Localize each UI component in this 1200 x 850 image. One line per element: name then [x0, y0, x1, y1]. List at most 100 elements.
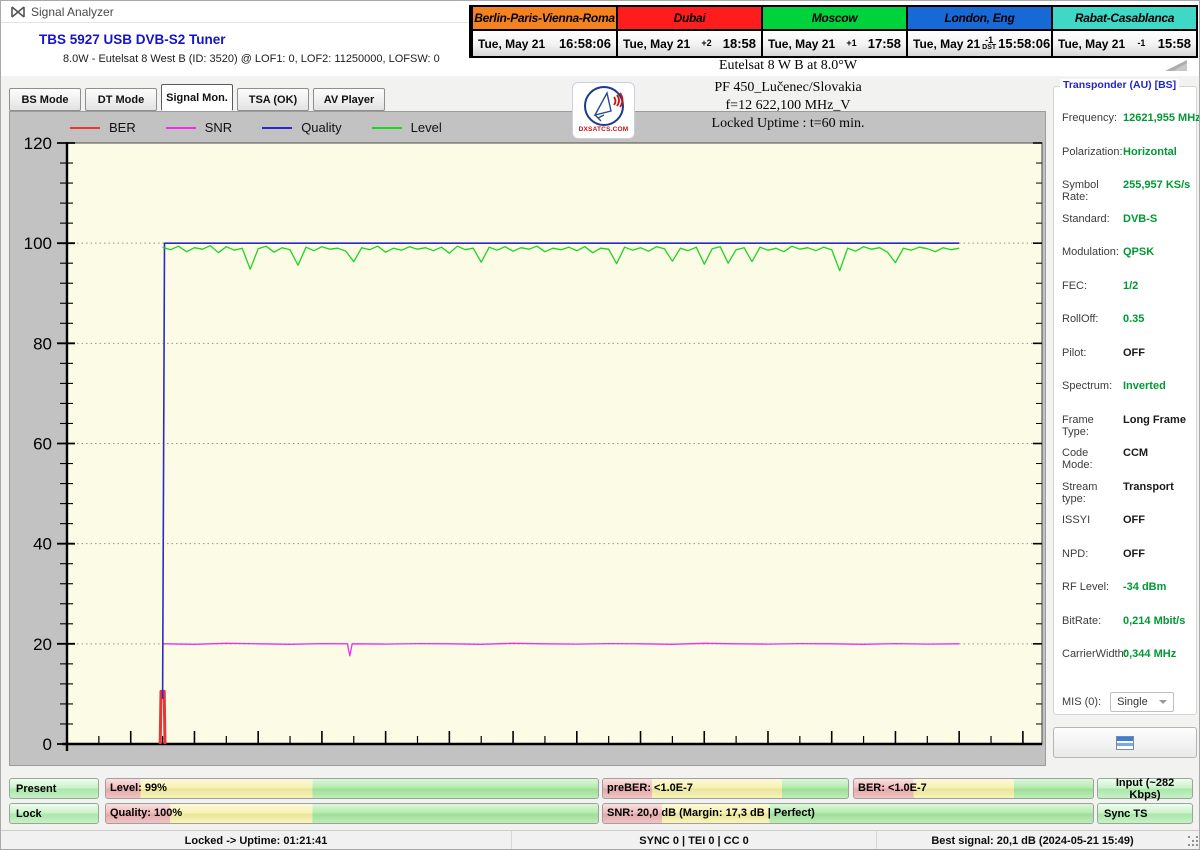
frequency-annotation: f=12 622,100 MHz_V	[725, 98, 851, 113]
legend-label: Quality	[301, 120, 342, 135]
uptime-annotation: Locked Uptime : t=60 min.	[711, 116, 865, 131]
svg-text:60: 60	[33, 435, 52, 454]
transponder-field-label: Frame Type:	[1062, 413, 1094, 438]
ber-meter: BER: <1.0E-7	[853, 778, 1094, 799]
present-button[interactable]: Present	[9, 778, 99, 799]
svg-text:0: 0	[43, 735, 52, 754]
legend-item: Level	[371, 120, 442, 135]
transponder-row: CarrierWidth: 0,344 MHz	[1062, 648, 1194, 682]
clock-time: 15:58	[1157, 36, 1191, 51]
status-bar: Locked -> Uptime: 01:21:41 SYNC 0 | TEI …	[1, 830, 1199, 849]
transponder-field-value: OFF	[1123, 547, 1145, 560]
world-clock-table: Berlin-Paris-Vienna-Roma Tue, May 21 16:…	[469, 5, 1198, 58]
clock-time-cell: Tue, May 21 16:58:06	[473, 31, 616, 56]
transponder-field-label: Frequency:	[1062, 112, 1118, 124]
clock-time: 16:58:06	[558, 36, 611, 51]
signal-chart-panel: 0 20 40 60 80 100 120 BER SNR Quality Level	[9, 111, 1046, 766]
transponder-field-label: Polarization:	[1062, 145, 1123, 158]
legend-color-dash	[70, 126, 100, 129]
legend-item: SNR	[165, 120, 232, 135]
clock-date: Tue, May 21	[913, 36, 981, 51]
clock-time-cell: Tue, May 21 +1 17:58	[763, 31, 906, 56]
clock-date: Tue, May 21	[478, 36, 546, 51]
preber-meter: preBER: <1.0E-7	[602, 778, 849, 799]
transponder-field-value: Horizontal	[1123, 145, 1177, 158]
transponder-field-label: Symbol Rate:	[1062, 179, 1099, 203]
transponder-field-label: ISSYI	[1062, 514, 1091, 526]
transponder-row: Frequency: 12621,955 MHz	[1062, 112, 1199, 146]
tab-button[interactable]: BS Mode	[9, 88, 81, 111]
satellite-dish-drawing	[583, 86, 624, 126]
clock-city-label: Dubai	[618, 7, 761, 31]
clock-date: Tue, May 21	[768, 36, 836, 51]
transponder-field-label: NPD:	[1062, 547, 1089, 560]
clock-city-label: London, Eng	[908, 7, 1051, 31]
legend-label: BER	[109, 120, 136, 135]
transponder-field-label: BitRate:	[1062, 614, 1102, 627]
transponder-field-value: OFF	[1123, 514, 1145, 526]
clock-date: Tue, May 21	[623, 36, 691, 51]
resize-grip[interactable]	[1188, 836, 1190, 838]
transponder-rows: Frequency: 12621,955 MHz Polarization: H…	[1062, 112, 1199, 682]
clock-time: 18:58	[722, 36, 756, 51]
transponder-field-label: CarrierWidth:	[1062, 648, 1127, 660]
transponder-field-label: Standard:	[1062, 212, 1110, 225]
legend-color-dash	[165, 126, 196, 129]
clock-time: 15:58:06	[998, 36, 1051, 51]
signal-chart: 0 20 40 60 80 100 120	[24, 134, 1043, 754]
status-best-signal: Best signal: 20,1 dB (2024-05-21 15:49)	[876, 831, 1188, 849]
snr-meter: SNR: 20,0 dB (Margin: 17,3 dB | Perfect)	[602, 803, 1094, 824]
transponder-field-value: 255,957 KS/s	[1123, 179, 1191, 191]
clock-time-cell: Tue, May 21 -1 15:58	[1053, 31, 1196, 56]
clock-city-label: Moscow	[763, 7, 906, 31]
transponder-field-label: FEC:	[1062, 279, 1088, 292]
transponder-field-label: RF Level:	[1062, 581, 1110, 593]
transponder-row: NPD: OFF	[1062, 548, 1194, 582]
svg-text:120: 120	[24, 134, 52, 153]
clock-time: 17:58	[867, 36, 901, 51]
transponder-field-value: OFF	[1123, 346, 1145, 359]
transponder-field-value: Transport	[1123, 480, 1174, 493]
svg-text:100: 100	[24, 234, 52, 253]
transponder-row: ISSYI OFF	[1062, 514, 1194, 548]
transponder-list-button[interactable]	[1053, 727, 1197, 758]
svg-text:40: 40	[33, 535, 52, 554]
transponder-field-value: CCM	[1123, 447, 1149, 459]
clock-date: Tue, May 21	[1058, 36, 1126, 51]
transponder-row: Stream type: Transport	[1062, 481, 1194, 515]
clock-column: London, Eng Tue, May 21 -1 DST 15:58:06	[906, 7, 1051, 56]
clock-utc-offset: +2	[701, 38, 712, 48]
tab-button[interactable]: Signal Mon.	[161, 84, 233, 111]
lock-button[interactable]: Lock	[9, 803, 99, 824]
transponder-field-label: RollOff:	[1062, 313, 1099, 325]
transponder-row: Symbol Rate: 255,957 KS/s	[1062, 179, 1194, 213]
tab-button[interactable]: DT Mode	[85, 88, 157, 111]
signal-analyzer-window: Signal Analyzer TBS 5927 USB DVB-S2 Tune…	[0, 0, 1200, 850]
tuner-details: 8.0W - Eutelsat 8 West B (ID: 3520) @ LO…	[63, 53, 440, 65]
transponder-row: RollOff: 0.35	[1062, 313, 1194, 347]
transponder-row: Frame Type: Long Frame	[1062, 414, 1194, 448]
clock-utc-offset: -1	[1137, 38, 1146, 48]
dxsatcs-logo: DXSATCS.COM	[572, 82, 635, 139]
sync-ts-button[interactable]: Sync TS	[1097, 803, 1193, 824]
transponder-field-label: Modulation:	[1062, 246, 1119, 258]
input-bitrate-button[interactable]: Input (~282 Kbps)	[1097, 777, 1193, 801]
mis-dropdown[interactable]: Single	[1110, 692, 1175, 712]
clock-column: Berlin-Paris-Vienna-Roma Tue, May 21 16:…	[471, 7, 616, 56]
tab-button[interactable]: TSA (OK)	[237, 88, 309, 111]
legend-color-dash	[262, 126, 293, 129]
satellite-annotation: Eutelsat 8 W B at 8.0°W	[718, 58, 858, 73]
site-annotation: PF 450_Lučenec/Slovakia	[714, 80, 862, 95]
legend-label: Level	[410, 120, 442, 135]
mis-selected-value: Single	[1117, 696, 1148, 708]
transponder-row: Polarization: Horizontal	[1062, 146, 1194, 180]
satellite-antenna-icon	[11, 5, 25, 24]
transponder-row: Modulation: QPSK	[1062, 246, 1194, 280]
transponder-row: RF Level: -34 dBm	[1062, 581, 1194, 615]
svg-text:20: 20	[33, 635, 52, 654]
transponder-field-value: 1/2	[1123, 279, 1139, 292]
clock-column: Rabat-Casablanca Tue, May 21 -1 15:58	[1051, 7, 1196, 56]
clock-column: Dubai Tue, May 21 +2 18:58	[616, 7, 761, 56]
tab-button[interactable]: AV Player	[313, 88, 385, 111]
logo-text: DXSATCS.COM	[578, 126, 629, 133]
